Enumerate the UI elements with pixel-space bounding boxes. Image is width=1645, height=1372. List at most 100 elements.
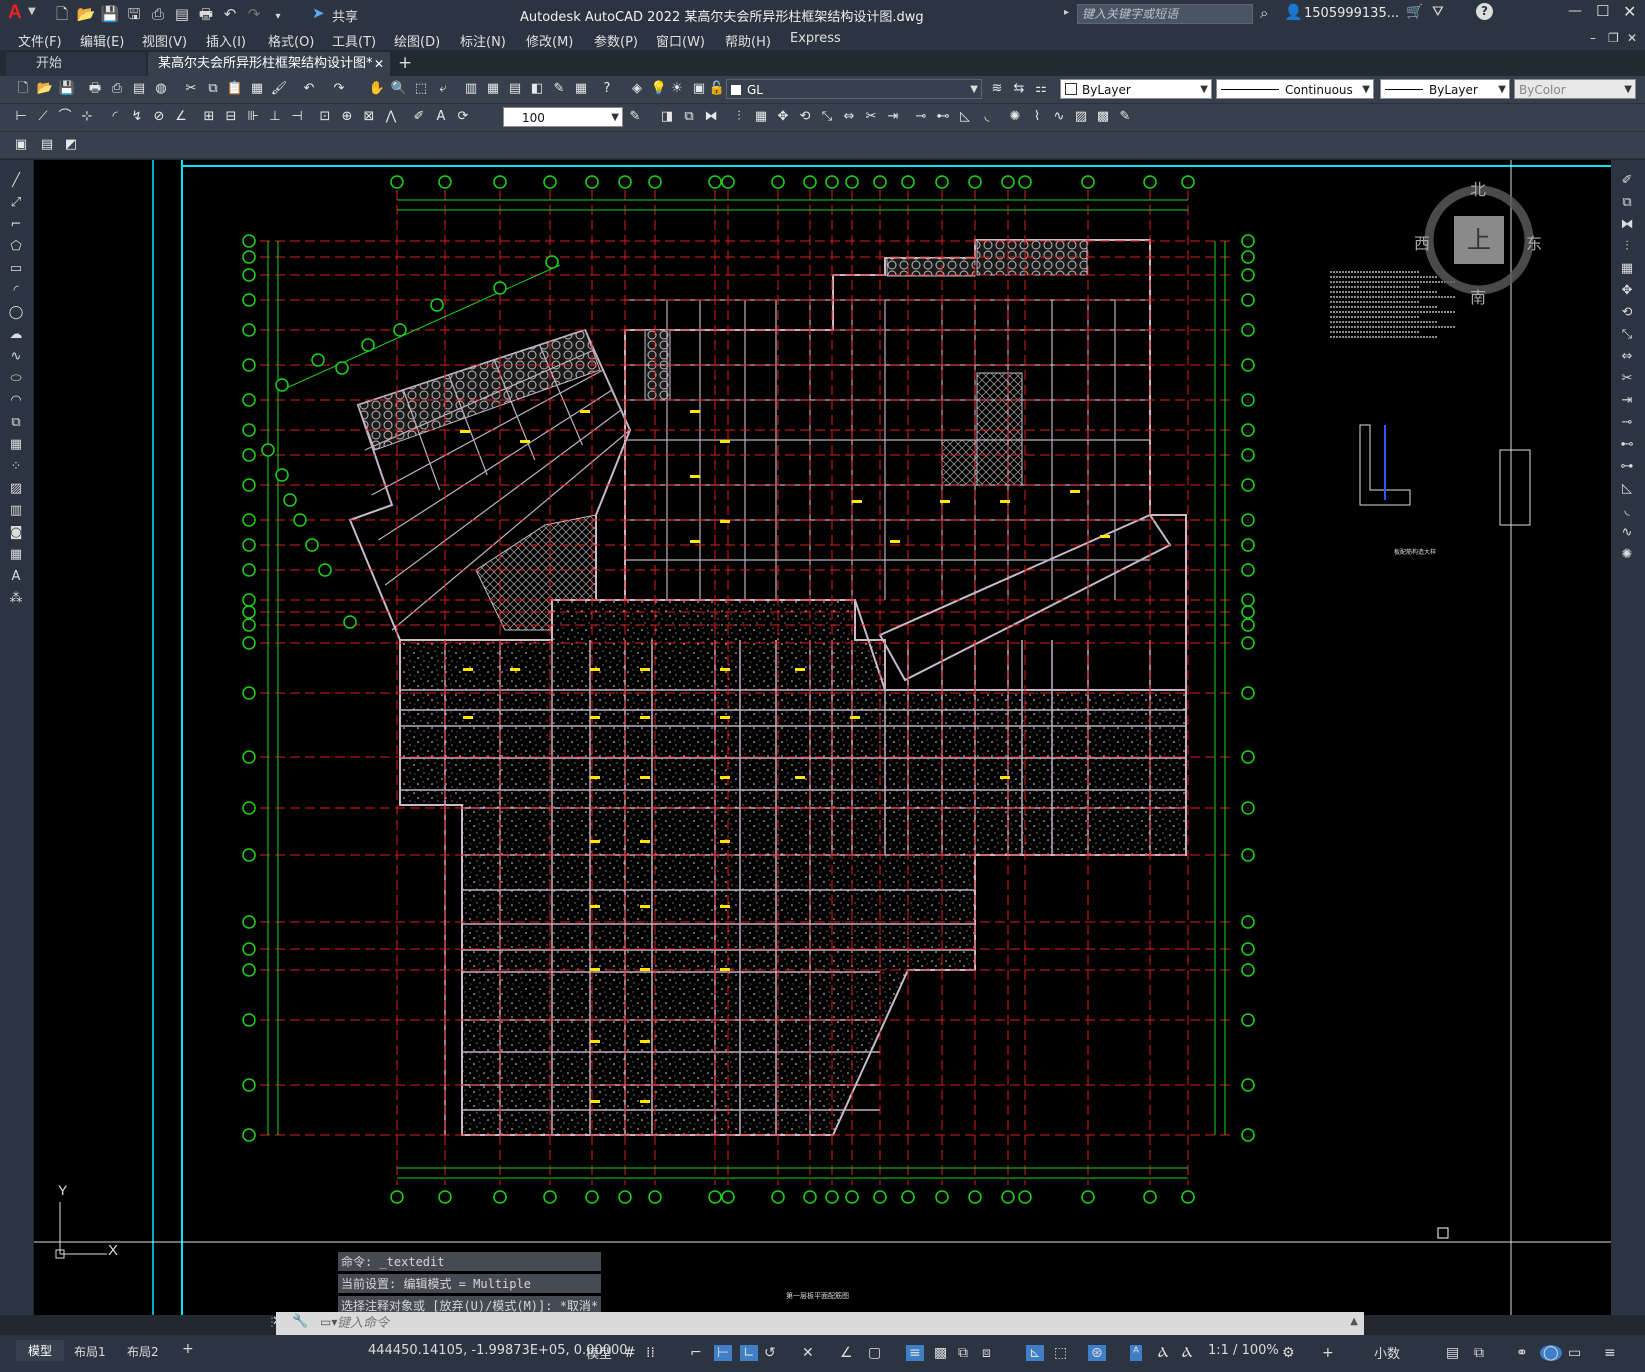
dim-update-icon[interactable]: ⟳ — [454, 108, 472, 126]
share-button[interactable]: 共享 — [332, 6, 358, 25]
doc-minimize-icon[interactable]: – — [1590, 31, 1596, 45]
save-icon[interactable]: 💾 — [58, 80, 76, 98]
zoom-realtime-icon[interactable]: 🔍 — [390, 80, 408, 98]
fillet-icon[interactable]: ◟ — [978, 108, 996, 126]
layout-tab-2[interactable]: 布局2 — [127, 1343, 159, 1360]
autodesk-app-icon[interactable]: ⛛ — [1432, 4, 1444, 20]
menu-file[interactable]: 文件(F) — [18, 31, 62, 50]
viewcube-north[interactable]: 北 — [1470, 176, 1486, 200]
center-mark-icon[interactable]: ⊕ — [338, 108, 356, 126]
menu-edit[interactable]: 编辑(E) — [80, 31, 124, 50]
jogged-icon[interactable]: ↯ — [128, 108, 146, 126]
make-block-icon[interactable]: ▦ — [7, 436, 25, 454]
table-icon[interactable]: ▦ — [7, 546, 25, 564]
viewcube-east[interactable]: 东 — [1526, 230, 1542, 254]
graphics-performance-icon[interactable]: ◯ — [1540, 1345, 1562, 1361]
explode-tool-icon[interactable]: ✺ — [1618, 546, 1636, 564]
publish-icon[interactable]: ▤ — [130, 80, 148, 98]
edit-polyline-icon[interactable]: ⌇ — [1028, 108, 1046, 126]
viewcube-south[interactable]: 南 — [1470, 284, 1486, 308]
layer-viewport-icon[interactable]: ▣ — [690, 80, 708, 98]
diameter-icon[interactable]: ⊘ — [150, 108, 168, 126]
open-file-icon[interactable]: 📂 — [76, 4, 96, 24]
undo-icon[interactable]: ↶ — [220, 4, 240, 24]
ellipse-icon[interactable]: ⬭ — [7, 370, 25, 388]
paste-icon[interactable]: 📋 — [226, 80, 244, 98]
menu-tools[interactable]: 工具(T) — [332, 31, 376, 50]
snap-icon[interactable]: ⁞⁞ — [646, 1345, 655, 1361]
break-tool-icon[interactable]: ⊷ — [1618, 436, 1636, 454]
block-editor-icon[interactable]: ▣ — [12, 136, 30, 154]
edit-hatch-icon[interactable]: ▨ — [1072, 108, 1090, 126]
ellipse-arc-icon[interactable]: ◠ — [7, 392, 25, 410]
customization-icon[interactable]: ≡ — [1604, 1345, 1616, 1361]
save-as-icon[interactable]: 🖫 — [124, 4, 144, 24]
open-icon[interactable]: 📂 — [36, 80, 54, 98]
rotate-icon[interactable]: ⟲ — [796, 108, 814, 126]
tab-start[interactable]: 开始 — [6, 52, 146, 76]
grid-icon[interactable]: # — [624, 1345, 636, 1361]
scale-tool-icon[interactable]: ⤡ — [1618, 326, 1636, 344]
rotate-tool-icon[interactable]: ⟲ — [1618, 304, 1636, 322]
edit-text-icon[interactable]: ✎ — [1116, 108, 1134, 126]
new-file-icon[interactable]: 🗋 — [52, 4, 72, 24]
make-current-layer-icon[interactable]: ≋ — [988, 80, 1006, 98]
tool-palettes-icon[interactable]: ▤ — [506, 80, 524, 98]
layer-properties-icon[interactable]: ◈ — [628, 80, 646, 98]
dim-text-edit-icon[interactable]: A — [432, 108, 450, 126]
polygon-icon[interactable]: ⬠ — [7, 238, 25, 256]
search-icon[interactable]: ⌕ — [1260, 4, 1268, 22]
chamfer-icon[interactable]: ◺ — [956, 108, 974, 126]
layer-previous-icon[interactable]: ⇆ — [1010, 80, 1028, 98]
radius-icon[interactable]: ◜ — [106, 108, 124, 126]
erase-icon[interactable]: ◨ — [658, 108, 676, 126]
app-menu-dropdown-icon[interactable]: ▼ — [28, 6, 36, 17]
add-selected-icon[interactable]: ⁂ — [7, 590, 25, 608]
user-icon[interactable]: 👤 — [1284, 3, 1303, 21]
arc-length-icon[interactable]: ⌒ — [56, 108, 74, 126]
transparency-icon[interactable]: ▩ — [934, 1345, 947, 1361]
inspection-icon[interactable]: ⊠ — [360, 108, 378, 126]
plot-icon[interactable]: 🖶 — [196, 4, 216, 24]
polar-icon[interactable]: ↺ — [764, 1345, 776, 1361]
insert-block-icon[interactable]: ⧉ — [7, 414, 25, 432]
trim-tool-icon[interactable]: ✂ — [1618, 370, 1636, 388]
rectangle-icon[interactable]: ▭ — [7, 260, 25, 278]
hatch-icon[interactable]: ▨ — [7, 480, 25, 498]
menu-format[interactable]: 格式(O) — [268, 31, 314, 50]
layer-dropdown[interactable]: GL ▼ — [726, 79, 982, 99]
blend-curves-icon[interactable]: ∿ — [1618, 524, 1636, 542]
menu-parametric[interactable]: 参数(P) — [594, 31, 638, 50]
ortho-icon[interactable]: ∟ — [740, 1345, 758, 1361]
spline-icon[interactable]: ∿ — [7, 348, 25, 366]
linear-dimension-icon[interactable]: ⊢ — [12, 108, 30, 126]
layer-freeze-icon[interactable]: ☀ — [668, 80, 686, 98]
model-space-toggle[interactable]: 模型 — [586, 1343, 612, 1362]
dynamic-ucs-icon[interactable]: ⊾ — [1026, 1345, 1044, 1361]
sheet-set-icon[interactable]: ▤ — [172, 4, 192, 24]
auto-scale-icon[interactable]: Ⲁ — [1158, 1345, 1168, 1361]
command-prompt-icon[interactable]: ▭▾ — [320, 1315, 337, 1329]
edit-array-icon[interactable]: ▩ — [1094, 108, 1112, 126]
redo-icon[interactable]: ↷ — [330, 80, 348, 98]
command-customize-icon[interactable]: 🔧 — [292, 1314, 308, 1329]
dim-break-icon[interactable]: ⊣ — [288, 108, 306, 126]
help-icon[interactable]: ? — [1476, 3, 1493, 20]
layout-tab-1[interactable]: 布局1 — [74, 1343, 106, 1360]
tolerance-icon[interactable]: ⊡ — [316, 108, 334, 126]
join-tool-icon[interactable]: ⊶ — [1618, 458, 1636, 476]
copy-tool-icon[interactable]: ⧉ — [1618, 194, 1636, 212]
maximize-icon[interactable]: ☐ — [1596, 2, 1609, 20]
scale-icon[interactable]: ⤡ — [818, 108, 836, 126]
stretch-icon[interactable]: ⇔ — [840, 108, 858, 126]
lineweight-toggle-icon[interactable]: ≡ — [906, 1345, 924, 1361]
close-icon[interactable]: ✕ — [1623, 2, 1636, 21]
dim-scale-dropdown[interactable]: 100 ▼ — [503, 107, 623, 127]
explode-icon[interactable]: ✺ — [1006, 108, 1024, 126]
selection-filter-icon[interactable]: ⬚ — [1054, 1345, 1067, 1361]
zoom-previous-icon[interactable]: ⤶ — [434, 80, 452, 98]
properties-icon[interactable]: ▥ — [462, 80, 480, 98]
attribute-edit-icon[interactable]: ▤ — [38, 136, 56, 154]
move-tool-icon[interactable]: ✥ — [1618, 282, 1636, 300]
mirror-tool-icon[interactable]: ⧓ — [1618, 216, 1636, 234]
